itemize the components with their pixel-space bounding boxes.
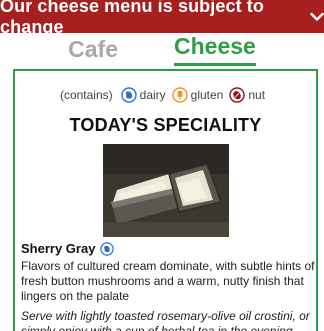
legend-label-dairy: dairy	[139, 88, 166, 102]
menu-change-banner[interactable]: Our cheese menu is subject to change	[0, 0, 324, 37]
legend-label-nut: nut	[248, 88, 266, 102]
cheese-name-text: Sherry Gray	[21, 241, 96, 256]
dairy-icon	[120, 87, 137, 103]
tab-cheese[interactable]: Cheese	[174, 33, 256, 66]
legend-item-gluten: gluten	[171, 87, 224, 103]
cheese-description: Flavors of cultured cream dominate, with…	[21, 259, 315, 303]
speciality-heading: TODAY'S SPECIALITY	[69, 115, 262, 135]
gluten-icon	[171, 87, 188, 103]
menu-tabs: Cafe Cheese	[0, 33, 324, 66]
contains-label: (contains)	[59, 88, 113, 102]
allergen-legend: (contains) dairy gluten nut	[15, 87, 316, 103]
nut-icon	[229, 87, 246, 103]
legend-item-dairy: dairy	[120, 87, 166, 103]
tab-cafe[interactable]: Cafe	[68, 36, 118, 66]
chevron-down-icon[interactable]	[310, 12, 324, 22]
cheese-photo	[103, 144, 229, 237]
dairy-icon	[100, 241, 115, 256]
cheese-panel: (contains) dairy gluten nut TODAY'S SPEC…	[13, 69, 318, 331]
serving-suggestion: Serve with lightly toasted rosemary-oliv…	[21, 309, 310, 331]
cheese-name: Sherry Gray	[21, 241, 115, 256]
legend-label-gluten: gluten	[190, 88, 224, 102]
legend-item-nut: nut	[229, 87, 265, 103]
banner-text: Our cheese menu is subject to change	[0, 0, 264, 37]
